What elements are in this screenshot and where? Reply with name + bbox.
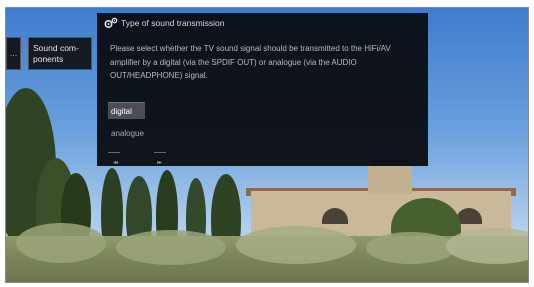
gear-icon [104, 17, 118, 29]
nav-left-icon[interactable]: ◂◂ [113, 159, 118, 166]
option-digital[interactable]: digital [108, 102, 145, 119]
olive-bush [16, 223, 106, 263]
olive-bush [366, 232, 456, 264]
nav-divider [154, 152, 166, 153]
sound-transmission-dialog: Type of sound transmission Please select… [97, 13, 428, 166]
dialog-message: Please select whether the TV sound signa… [110, 44, 391, 80]
menu-tab-previous[interactable]: ... [6, 37, 21, 70]
villa-tower [368, 166, 412, 194]
option-analogue[interactable]: analogue [108, 127, 147, 141]
dialog-title: Type of sound transmission [121, 18, 225, 28]
olive-bush [116, 230, 226, 265]
nav-right-icon[interactable]: ▸▸ [157, 159, 162, 166]
nav-divider [108, 152, 120, 153]
menu-tab-sound-components[interactable]: Sound com-ponents [28, 37, 92, 70]
tv-screen: ... Sound com-ponents Type of sound tran… [5, 7, 529, 283]
dialog-header: Type of sound transmission [97, 13, 428, 33]
olive-bush [236, 226, 356, 264]
